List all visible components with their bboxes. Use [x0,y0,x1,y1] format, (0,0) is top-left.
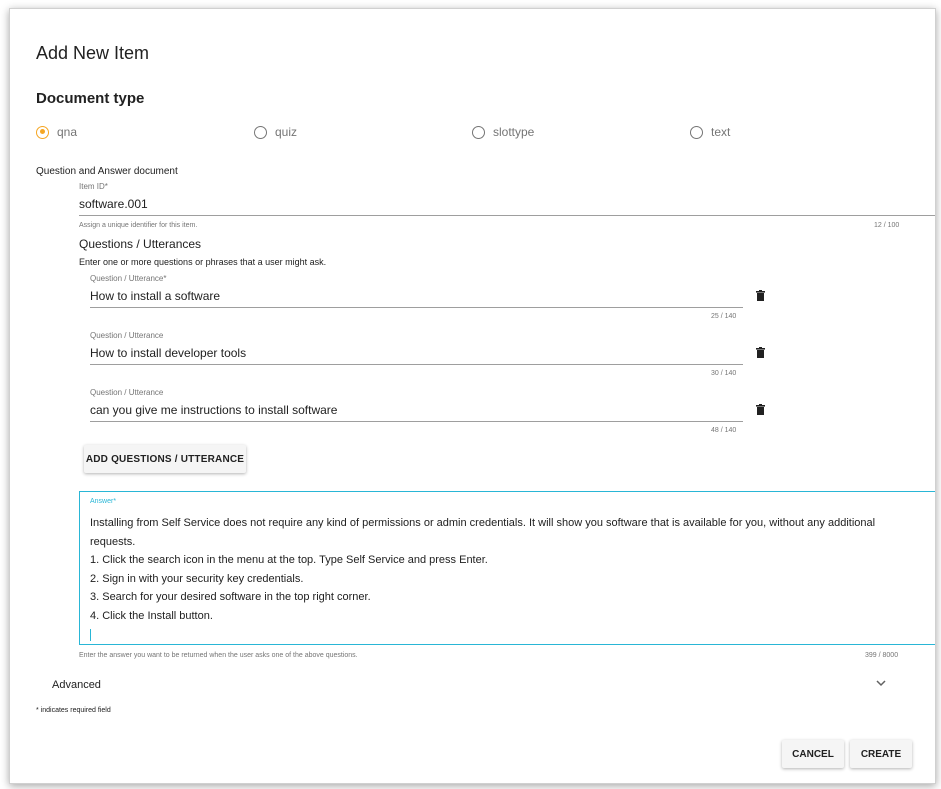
answer-label: Answer* [90,498,117,505]
item-id-counter: 12 / 100 [874,222,900,229]
answer-textarea[interactable]: Answer* Installing from Self Service doe… [79,491,935,645]
question-label: Question / Utterance* [90,274,167,283]
answer-line: 2. Sign in with your security key creden… [90,572,304,585]
answer-line: 3. Search for your desired software in t… [90,591,371,603]
question-underline [90,307,743,308]
radio-qna[interactable]: qna [36,123,77,141]
questions-heading: Questions / Utterances [79,237,202,251]
question-label: Question / Utterance [90,388,164,397]
answer-hint: Enter the answer you want to be returned… [79,652,358,659]
answer-line: Installing from Self Service does not re… [90,517,876,529]
radio-slottype[interactable]: slottype [472,123,534,141]
answer-counter: 399 / 8000 [865,652,899,659]
radio-text-label: text [711,125,731,139]
cancel-button[interactable]: CANCEL [782,740,844,768]
question-underline [90,421,743,422]
answer-line: 1. Click the search icon in the menu at … [90,554,488,566]
item-id-input[interactable]: software.001 [79,197,148,211]
advanced-section-toggle[interactable]: Advanced [52,679,101,691]
radio-selected-icon [36,125,49,139]
radio-text[interactable]: text [690,123,730,141]
text-caret [90,629,91,641]
add-question-button[interactable]: ADD QUESTIONS / UTTERANCE [84,445,246,473]
item-id-label: Item ID* [79,182,108,191]
question-counter: 30 / 140 [711,370,737,377]
document-type-heading: Document type [36,90,145,107]
radio-quiz[interactable]: quiz [254,123,297,141]
delete-trash-icon[interactable] [756,347,765,358]
document-description: Question and Answer document [36,166,178,177]
radio-unselected-icon [472,125,485,139]
question-counter: 25 / 140 [711,313,737,320]
item-id-hint: Assign a unique identifier for this item… [79,222,198,229]
question-input[interactable]: can you give me instructions to install … [90,403,337,417]
delete-trash-icon[interactable] [756,404,765,415]
questions-instructions: Enter one or more questions or phrases t… [79,257,327,267]
delete-trash-icon[interactable] [756,290,765,301]
question-label: Question / Utterance [90,331,164,340]
answer-line: requests. [90,535,136,548]
item-id-underline [79,215,935,216]
radio-quiz-label: quiz [275,125,298,139]
question-input[interactable]: How to install developer tools [90,346,246,360]
answer-text: Installing from Self Service does not re… [90,514,910,625]
radio-qna-label: qna [57,125,78,139]
radio-unselected-icon [690,125,703,139]
chevron-down-icon[interactable] [876,680,886,687]
radio-slottype-label: slottype [493,125,535,139]
required-field-note: * indicates required field [36,707,111,714]
dialog-title: Add New Item [36,43,150,63]
question-underline [90,364,743,365]
add-item-dialog: Add New Item Document type qna quiz slot… [9,8,936,784]
create-button[interactable]: CREATE [850,740,912,768]
question-counter: 48 / 140 [711,427,737,434]
question-input[interactable]: How to install a software [90,289,220,303]
radio-unselected-icon [254,125,267,139]
answer-line: 4. Click the Install button. [90,609,213,622]
